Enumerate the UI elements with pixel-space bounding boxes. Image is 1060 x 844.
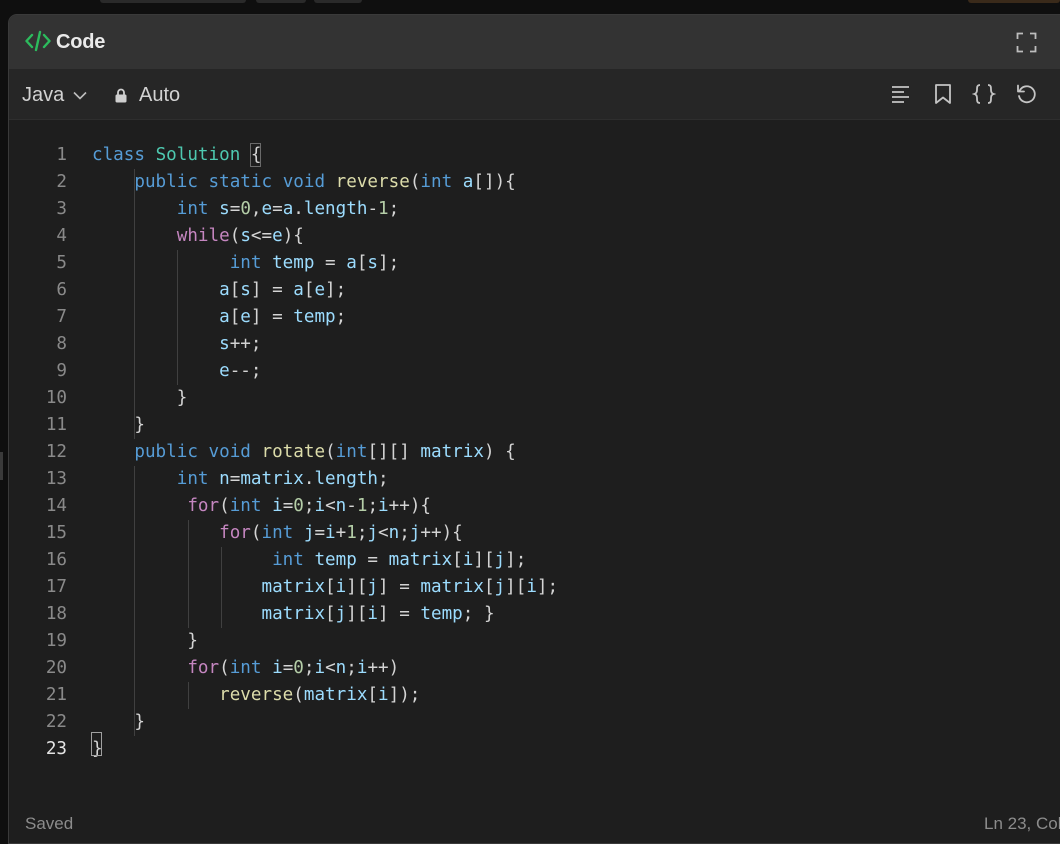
background-tab[interactable]	[314, 0, 362, 3]
indent-guide	[134, 169, 135, 439]
line-code: for(int i=0;i<n;i++)	[187, 658, 400, 678]
code-line[interactable]: 20 for(int i=0;i<n;i++)	[9, 655, 1060, 682]
code-line[interactable]: 9 e--;	[9, 358, 1060, 385]
bookmark-icon[interactable]	[931, 82, 955, 106]
line-number: 2	[56, 172, 67, 192]
line-number: 6	[56, 280, 67, 300]
language-label: Java	[22, 83, 65, 106]
line-number: 17	[45, 577, 67, 597]
line-code: }	[187, 631, 198, 651]
code-line[interactable]: 10 }	[9, 385, 1060, 412]
line-code: public void rotate(int[][] matrix) {	[134, 442, 516, 462]
bracket-match-highlight	[250, 143, 261, 167]
line-code: a[s] = a[e];	[219, 280, 347, 300]
braces-icon[interactable]	[972, 82, 996, 106]
code-line[interactable]: 19 }	[9, 628, 1060, 655]
code-line[interactable]: 22 }	[9, 709, 1060, 736]
line-code: class Solution {	[92, 145, 262, 165]
window-top-strip	[0, 0, 1060, 14]
editor-toolbar: Java Auto	[9, 69, 1060, 120]
line-number: 18	[45, 604, 67, 624]
indent-guide	[188, 520, 189, 628]
save-status: Saved	[25, 814, 74, 833]
line-number: 5	[56, 253, 67, 273]
line-number: 14	[45, 496, 67, 516]
line-number: 10	[45, 388, 67, 408]
line-code: a[e] = temp;	[219, 307, 347, 327]
panel-title: Code	[56, 31, 106, 53]
code-line[interactable]: 3 int s=0,e=a.length-1;	[9, 196, 1060, 223]
line-number: 11	[45, 415, 67, 435]
code-line[interactable]: 2 public static void reverse(int a[]){	[9, 169, 1060, 196]
code-line[interactable]: 6 a[s] = a[e];	[9, 277, 1060, 304]
code-line[interactable]: 21 reverse(matrix[i]);	[9, 682, 1060, 709]
line-code: int temp = a[s];	[229, 253, 400, 273]
code-editor[interactable]: 1 class Solution { 2 public static void re…	[9, 121, 1060, 811]
line-number: 19	[45, 631, 67, 651]
mode-indicator[interactable]: Auto	[115, 83, 180, 107]
code-line[interactable]: 13 int n=matrix.length;	[9, 466, 1060, 493]
line-number: 12	[45, 442, 67, 462]
line-code: int s=0,e=a.length-1;	[176, 199, 400, 219]
line-number: 3	[56, 199, 67, 219]
code-line[interactable]: 23}	[9, 736, 1060, 763]
line-number: 4	[56, 226, 67, 246]
line-number: 9	[56, 361, 67, 381]
indent-guide	[177, 250, 178, 385]
line-number: 16	[45, 550, 67, 570]
lock-icon	[115, 88, 127, 102]
line-code: matrix[i][j] = matrix[j][i];	[261, 577, 559, 597]
panel-header: Code	[9, 15, 1060, 69]
code-line[interactable]: 12 public void rotate(int[][] matrix) {	[9, 439, 1060, 466]
code-line[interactable]: 17 matrix[i][j] = matrix[j][i];	[9, 574, 1060, 601]
line-code: public static void reverse(int a[]){	[134, 172, 516, 192]
code-line[interactable]: 16 int temp = matrix[i][j];	[9, 547, 1060, 574]
code-line[interactable]: 18 matrix[j][i] = temp; }	[9, 601, 1060, 628]
cursor-position: Ln 23, Col	[984, 814, 1060, 833]
background-tab[interactable]	[100, 0, 246, 3]
line-number: 1	[56, 145, 67, 165]
line-number: 13	[45, 469, 67, 489]
code-line[interactable]: 5 int temp = a[s];	[9, 250, 1060, 277]
code-line[interactable]: 4 while(s<=e){	[9, 223, 1060, 250]
line-number: 22	[45, 712, 67, 732]
chevron-down-icon	[73, 91, 87, 100]
line-number: 21	[45, 685, 67, 705]
line-code: while(s<=e){	[176, 226, 304, 246]
line-code: reverse(matrix[i]);	[219, 685, 421, 705]
code-line[interactable]: 7 a[e] = temp;	[9, 304, 1060, 331]
background-tab[interactable]	[256, 0, 306, 3]
background-tab[interactable]	[968, 0, 1060, 3]
indent-guide	[188, 682, 189, 709]
code-line[interactable]: 14 for(int i=0;i<n-1;i++){	[9, 493, 1060, 520]
language-select[interactable]: Java	[22, 83, 87, 107]
line-code: }	[176, 388, 188, 408]
code-panel: Code Java Auto 1 class Solution {2 publ…	[8, 14, 1060, 844]
code-brackets-icon	[25, 30, 51, 52]
format-icon[interactable]	[889, 82, 913, 106]
expand-icon[interactable]	[1016, 32, 1037, 53]
reset-icon[interactable]	[1014, 82, 1038, 106]
bracket-match-highlight	[91, 732, 102, 756]
indent-guide	[221, 547, 222, 628]
code-line[interactable]: 8 s++;	[9, 331, 1060, 358]
line-code: for(int j=i+1;j<n;j++){	[219, 523, 463, 543]
code-line[interactable]: 1 class Solution {	[9, 142, 1060, 169]
line-number: 23	[45, 739, 67, 759]
line-number: 15	[45, 523, 67, 543]
line-number: 20	[45, 658, 67, 678]
line-number: 8	[56, 334, 67, 354]
line-code: for(int i=0;i<n-1;i++){	[187, 496, 431, 516]
line-code: matrix[j][i] = temp; }	[261, 604, 495, 624]
line-code: }	[134, 415, 145, 435]
line-number: 7	[56, 307, 67, 327]
code-line[interactable]: 15 for(int j=i+1;j<n;j++){	[9, 520, 1060, 547]
code-line[interactable]: 11 }	[9, 412, 1060, 439]
indent-guide	[134, 466, 135, 736]
line-code: int n=matrix.length;	[176, 469, 389, 489]
line-code: int temp = matrix[i][j];	[272, 550, 527, 570]
mode-label: Auto	[139, 83, 181, 106]
drag-handle[interactable]	[0, 452, 3, 480]
